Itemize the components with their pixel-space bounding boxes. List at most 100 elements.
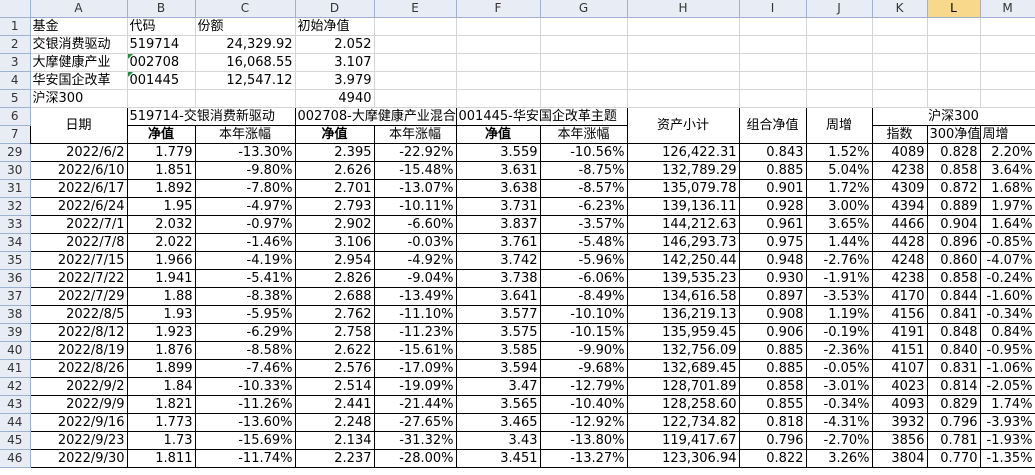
row-header[interactable]: 7	[0, 125, 31, 144]
cell-fund3-nav[interactable]: 3.837	[455, 215, 541, 234]
cell-fund1-nav[interactable]: 1.73	[126, 431, 196, 450]
empty-cell[interactable]	[927, 35, 981, 54]
cell-fund-shares[interactable]: 份额	[195, 17, 296, 36]
cell-fund1-nav[interactable]: 1.941	[126, 269, 196, 288]
row-header[interactable]: 32	[0, 197, 31, 216]
empty-cell[interactable]	[456, 89, 541, 108]
cell-asset-subtotal[interactable]: 119,417.67	[626, 431, 740, 450]
cell-date[interactable]: 2022/7/22	[29, 269, 128, 288]
cell-date[interactable]: 2022/9/23	[29, 431, 128, 450]
cell-date[interactable]: 2022/7/29	[29, 287, 128, 306]
header-ytd-change[interactable]: 本年涨幅	[539, 125, 628, 144]
cell-fund1-nav[interactable]: 1.811	[126, 449, 196, 468]
cell-hs300-index[interactable]: 4170	[871, 287, 928, 306]
row-header[interactable]: 46	[0, 449, 31, 468]
cell-300-weekly[interactable]: -3.93%	[979, 413, 1035, 432]
cell-fund-code[interactable]: 代码	[127, 17, 196, 36]
row-header[interactable]: 43	[0, 395, 31, 414]
cell-portfolio-nav[interactable]: 0.961	[738, 215, 807, 234]
cell-300-weekly[interactable]: 1.97%	[979, 197, 1035, 216]
cell-date[interactable]: 2022/6/2	[29, 143, 128, 162]
cell-fund-code[interactable]	[127, 89, 196, 108]
cell-fund3-nav[interactable]: 3.559	[455, 143, 541, 162]
cell-portfolio-nav[interactable]: 0.796	[738, 431, 807, 450]
cell-hs300-index[interactable]: 4089	[871, 143, 928, 162]
cell-date[interactable]: 2022/7/15	[29, 251, 128, 270]
empty-cell[interactable]	[872, 89, 928, 108]
cell-300-nav[interactable]: 0.848	[926, 323, 981, 342]
cell-fund-code[interactable]: 519714	[127, 35, 196, 54]
cell-hs300-index[interactable]: 4428	[871, 233, 928, 252]
cell-300-weekly[interactable]: -1.06%	[979, 359, 1035, 378]
empty-cell[interactable]	[872, 71, 928, 90]
cell-date[interactable]: 2022/7/1	[29, 215, 128, 234]
cell-fund3-nav[interactable]: 3.631	[455, 161, 541, 180]
cell-fund3-ytd[interactable]: -12.92%	[539, 413, 628, 432]
cell-fund2-ytd[interactable]: -9.04%	[373, 269, 457, 288]
cell-weekly-change[interactable]: 3.00%	[805, 197, 873, 216]
header-300-nav[interactable]: 300净值	[926, 125, 981, 144]
cell-asset-subtotal[interactable]: 144,212.63	[626, 215, 740, 234]
empty-cell[interactable]	[540, 71, 628, 90]
cell-asset-subtotal[interactable]: 128,701.89	[626, 377, 740, 396]
cell-hs300-index[interactable]: 4309	[871, 179, 928, 198]
cell-fund2-ytd[interactable]: -10.11%	[373, 197, 457, 216]
cell-weekly-change[interactable]: -1.91%	[805, 269, 873, 288]
empty-cell[interactable]	[806, 53, 873, 72]
cell-fund3-ytd[interactable]: -8.49%	[539, 287, 628, 306]
cell-fund1-ytd[interactable]: -13.60%	[194, 413, 296, 432]
header-ytd-change[interactable]: 本年涨幅	[194, 125, 296, 144]
cell-portfolio-nav[interactable]: 0.843	[738, 143, 807, 162]
cell-date[interactable]: 2022/9/2	[29, 377, 128, 396]
cell-portfolio-nav[interactable]: 0.906	[738, 323, 807, 342]
cell-fund3-nav[interactable]: 3.731	[455, 197, 541, 216]
cell-fund3-nav[interactable]: 3.577	[455, 305, 541, 324]
cell-initial-nav[interactable]: 4940	[295, 89, 375, 108]
cell-fund1-ytd[interactable]: -6.29%	[194, 323, 296, 342]
cell-fund2-nav[interactable]: 2.576	[294, 359, 375, 378]
cell-weekly-change[interactable]: -3.53%	[805, 287, 873, 306]
cell-300-nav[interactable]: 0.828	[926, 143, 981, 162]
cell-fund3-ytd[interactable]: -10.56%	[539, 143, 628, 162]
cell-fund3-ytd[interactable]: -5.48%	[539, 233, 628, 252]
cell-asset-subtotal[interactable]: 123,306.94	[626, 449, 740, 468]
cell-date[interactable]: 2022/9/9	[29, 395, 128, 414]
cell-fund-name[interactable]: 沪深300	[30, 89, 128, 108]
cell-fund3-ytd[interactable]: -13.80%	[539, 431, 628, 450]
column-header-l[interactable]: L	[927, 0, 981, 18]
empty-cell[interactable]	[806, 71, 873, 90]
row-header[interactable]: 3	[0, 53, 31, 72]
cell-initial-nav[interactable]: 2.052	[295, 35, 375, 54]
empty-cell[interactable]	[980, 71, 1035, 90]
cell-300-nav[interactable]: 0.814	[926, 377, 981, 396]
cell-portfolio-nav[interactable]: 0.948	[738, 251, 807, 270]
cell-fund1-nav[interactable]: 1.876	[126, 341, 196, 360]
empty-cell[interactable]	[980, 53, 1035, 72]
cell-fund3-ytd[interactable]: -12.79%	[539, 377, 628, 396]
cell-fund2-nav[interactable]: 3.106	[294, 233, 375, 252]
cell-300-weekly[interactable]: -1.35%	[979, 449, 1035, 468]
empty-cell[interactable]	[927, 53, 981, 72]
cell-fund2-ytd[interactable]: -6.60%	[373, 215, 457, 234]
column-header-h[interactable]: H	[627, 0, 740, 18]
cell-weekly-change[interactable]: -0.34%	[805, 395, 873, 414]
empty-cell[interactable]	[927, 89, 981, 108]
cell-asset-subtotal[interactable]: 139,535.23	[626, 269, 740, 288]
cell-asset-subtotal[interactable]: 122,734.82	[626, 413, 740, 432]
cell-asset-subtotal[interactable]: 128,258.60	[626, 395, 740, 414]
empty-cell[interactable]	[739, 53, 807, 72]
cell-fund2-nav[interactable]: 2.701	[294, 179, 375, 198]
cell-portfolio-nav[interactable]: 0.930	[738, 269, 807, 288]
cell-fund1-nav[interactable]: 2.022	[126, 233, 196, 252]
empty-cell[interactable]	[456, 17, 541, 36]
cell-fund1-nav[interactable]: 1.84	[126, 377, 196, 396]
cell-weekly-change[interactable]: 1.52%	[805, 143, 873, 162]
cell-fund1-nav[interactable]: 1.821	[126, 395, 196, 414]
cell-weekly-change[interactable]: -0.19%	[805, 323, 873, 342]
cell-fund1-nav[interactable]: 1.773	[126, 413, 196, 432]
cell-portfolio-nav[interactable]: 0.975	[738, 233, 807, 252]
cell-asset-subtotal[interactable]: 132,789.29	[626, 161, 740, 180]
cell-fund3-ytd[interactable]: -6.23%	[539, 197, 628, 216]
cell-fund3-nav[interactable]: 3.575	[455, 323, 541, 342]
cell-fund3-ytd[interactable]: -10.15%	[539, 323, 628, 342]
